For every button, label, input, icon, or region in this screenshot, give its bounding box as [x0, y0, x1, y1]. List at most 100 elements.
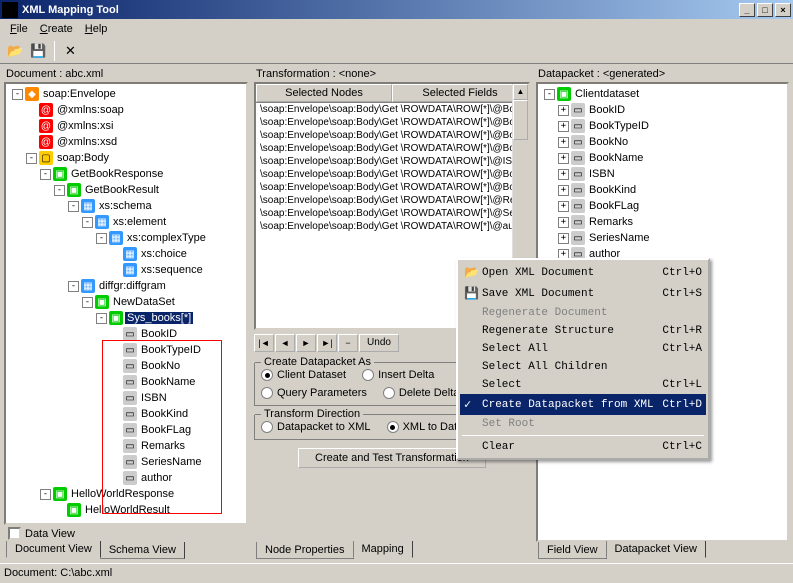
- expand-icon[interactable]: -: [54, 185, 65, 196]
- expand-icon[interactable]: -: [82, 297, 93, 308]
- expand-icon[interactable]: -: [40, 169, 51, 180]
- context-menu-item[interactable]: SelectCtrl+L: [460, 376, 706, 394]
- list-row[interactable]: \soap:Envelope\soap:Body\Get \ROWDATA\RO…: [256, 220, 528, 233]
- list-row[interactable]: \soap:Envelope\soap:Body\Get \ROWDATA\RO…: [256, 116, 528, 129]
- expand-icon[interactable]: -: [82, 217, 93, 228]
- tree-node[interactable]: @@xmlns:xsd: [8, 134, 244, 150]
- radio-dp-to-xml[interactable]: Datapacket to XML: [261, 421, 371, 433]
- list-row[interactable]: \soap:Envelope\soap:Body\Get \ROWDATA\RO…: [256, 155, 528, 168]
- tree-node[interactable]: ▭BookTypeID: [8, 342, 244, 358]
- tab-schema-view[interactable]: Schema View: [100, 542, 185, 559]
- expand-icon[interactable]: +: [558, 121, 569, 132]
- context-menu-item[interactable]: 💾Save XML DocumentCtrl+S: [460, 283, 706, 304]
- list-row[interactable]: \soap:Envelope\soap:Body\Get \ROWDATA\RO…: [256, 207, 528, 220]
- tree-node[interactable]: ▭BookNo: [8, 358, 244, 374]
- tree-node[interactable]: -▣GetBookResult: [8, 182, 244, 198]
- tree-node[interactable]: -▢soap:Body: [8, 150, 244, 166]
- tree-node[interactable]: -▣HelloWorldResponse: [8, 486, 244, 502]
- document-tree[interactable]: -◆soap:Envelope@@xmlns:soap@@xmlns:xsi@@…: [4, 82, 248, 525]
- nav-next[interactable]: ►: [296, 334, 316, 352]
- tab-mapping[interactable]: Mapping: [353, 541, 413, 558]
- dataview-checkbox[interactable]: [8, 527, 21, 540]
- expand-icon[interactable]: -: [40, 489, 51, 500]
- nav-first[interactable]: |◄: [254, 334, 274, 352]
- undo-button[interactable]: Undo: [359, 334, 399, 352]
- list-row[interactable]: \soap:Envelope\soap:Body\Get \ROWDATA\RO…: [256, 129, 528, 142]
- save-button[interactable]: 💾: [27, 40, 50, 62]
- tree-node[interactable]: +▭BookKind: [540, 182, 785, 198]
- nav-prev[interactable]: ◄: [275, 334, 295, 352]
- tree-node[interactable]: ▭SeriesName: [8, 454, 244, 470]
- expand-icon[interactable]: +: [558, 185, 569, 196]
- tree-node[interactable]: +▭SeriesName: [540, 230, 785, 246]
- expand-icon[interactable]: -: [68, 281, 79, 292]
- list-row[interactable]: \soap:Envelope\soap:Body\Get \ROWDATA\RO…: [256, 181, 528, 194]
- nav-last[interactable]: ►|: [317, 334, 337, 352]
- menu-help[interactable]: Help: [79, 21, 114, 37]
- list-row[interactable]: \soap:Envelope\soap:Body\Get \ROWDATA\RO…: [256, 194, 528, 207]
- menu-file[interactable]: File: [4, 21, 34, 37]
- expand-icon[interactable]: -: [68, 201, 79, 212]
- tree-node[interactable]: -▣Clientdataset: [540, 86, 785, 102]
- radio-client-dataset[interactable]: Client Dataset: [261, 369, 346, 381]
- context-menu-item[interactable]: 📂Open XML DocumentCtrl+O: [460, 262, 706, 283]
- tree-node[interactable]: -▣Sys_books[*]: [8, 310, 244, 326]
- tree-node[interactable]: +▭BookTypeID: [540, 118, 785, 134]
- expand-icon[interactable]: +: [558, 233, 569, 244]
- radio-insert-delta[interactable]: Insert Delta: [362, 369, 434, 381]
- tree-node[interactable]: ▭BookName: [8, 374, 244, 390]
- expand-icon[interactable]: -: [96, 313, 107, 324]
- nav-minus[interactable]: −: [338, 334, 358, 352]
- expand-icon[interactable]: +: [558, 153, 569, 164]
- expand-icon[interactable]: +: [558, 137, 569, 148]
- radio-delete-delta[interactable]: Delete Delta: [383, 387, 460, 399]
- expand-icon[interactable]: -: [544, 89, 555, 100]
- list-row[interactable]: \soap:Envelope\soap:Body\Get \ROWDATA\RO…: [256, 103, 528, 116]
- context-menu-item[interactable]: Select All Children: [460, 358, 706, 376]
- tree-node[interactable]: ▣HelloWorldResult: [8, 502, 244, 518]
- tree-node[interactable]: ▭BookKind: [8, 406, 244, 422]
- tree-node[interactable]: ▦xs:choice: [8, 246, 244, 262]
- tree-node[interactable]: +▭Remarks: [540, 214, 785, 230]
- tree-node[interactable]: ▦xs:sequence: [8, 262, 244, 278]
- expand-icon[interactable]: +: [558, 169, 569, 180]
- col-selected-nodes[interactable]: Selected Nodes: [256, 84, 392, 102]
- tree-node[interactable]: +▭BookFLag: [540, 198, 785, 214]
- tab-datapacket-view[interactable]: Datapacket View: [606, 541, 706, 558]
- tree-node[interactable]: +▭BookNo: [540, 134, 785, 150]
- tree-node[interactable]: ▭Remarks: [8, 438, 244, 454]
- tree-node[interactable]: -▣GetBookResponse: [8, 166, 244, 182]
- tree-node[interactable]: ▭BookID: [8, 326, 244, 342]
- tree-node[interactable]: -▣NewDataSet: [8, 294, 244, 310]
- minimize-button[interactable]: _: [739, 3, 755, 17]
- expand-icon[interactable]: +: [558, 201, 569, 212]
- expand-icon[interactable]: -: [26, 153, 37, 164]
- tree-node[interactable]: +▭BookID: [540, 102, 785, 118]
- menu-create[interactable]: Create: [34, 21, 79, 37]
- expand-icon[interactable]: -: [12, 89, 23, 100]
- expand-icon[interactable]: +: [558, 105, 569, 116]
- expand-icon[interactable]: -: [96, 233, 107, 244]
- tree-node[interactable]: -▦diffgr:diffgram: [8, 278, 244, 294]
- tab-node-properties[interactable]: Node Properties: [256, 542, 354, 559]
- list-row[interactable]: \soap:Envelope\soap:Body\Get \ROWDATA\RO…: [256, 168, 528, 181]
- tree-node[interactable]: -◆soap:Envelope: [8, 86, 244, 102]
- tree-node[interactable]: ▭BookFLag: [8, 422, 244, 438]
- delete-button[interactable]: ✕: [59, 40, 82, 62]
- tree-node[interactable]: +▭ISBN: [540, 166, 785, 182]
- maximize-button[interactable]: □: [757, 3, 773, 17]
- tree-node[interactable]: ▭ISBN: [8, 390, 244, 406]
- tree-node[interactable]: -▦xs:complexType: [8, 230, 244, 246]
- tree-node[interactable]: @@xmlns:xsi: [8, 118, 244, 134]
- list-row[interactable]: \soap:Envelope\soap:Body\Get \ROWDATA\RO…: [256, 142, 528, 155]
- context-menu-item[interactable]: Regenerate StructureCtrl+R: [460, 322, 706, 340]
- context-menu-item[interactable]: ClearCtrl+C: [460, 438, 706, 456]
- radio-query-params[interactable]: Query Parameters: [261, 387, 367, 399]
- tree-node[interactable]: +▭BookName: [540, 150, 785, 166]
- expand-icon[interactable]: +: [558, 217, 569, 228]
- close-button[interactable]: ×: [775, 3, 791, 17]
- tab-field-view[interactable]: Field View: [538, 542, 607, 559]
- col-selected-fields[interactable]: Selected Fields: [392, 84, 528, 102]
- tree-node[interactable]: @@xmlns:soap: [8, 102, 244, 118]
- tab-document-view[interactable]: Document View: [6, 541, 101, 558]
